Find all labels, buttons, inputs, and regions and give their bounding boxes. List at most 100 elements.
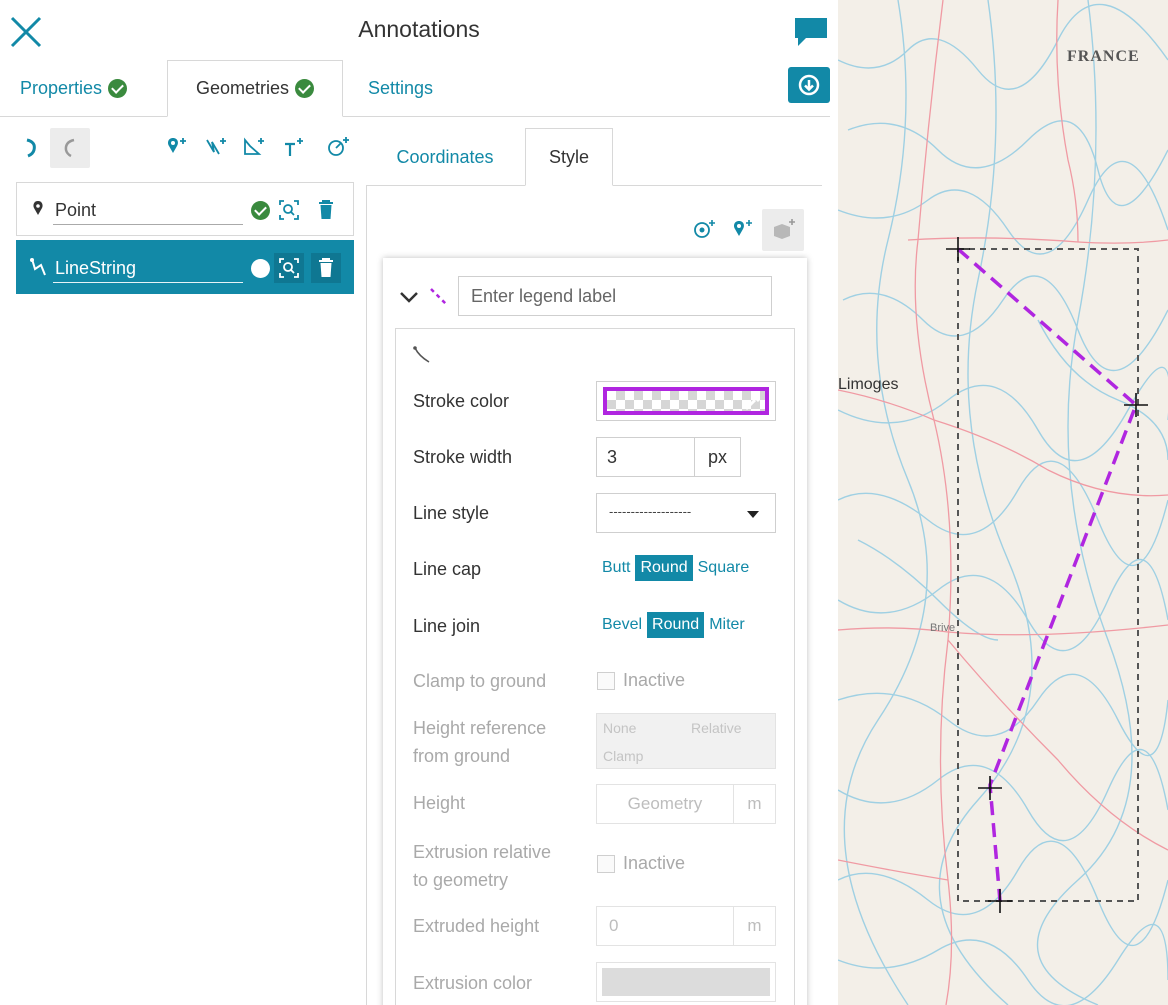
map-marker-icon xyxy=(33,201,43,215)
extrusion-color-swatch xyxy=(602,968,770,996)
chat-icon[interactable] xyxy=(792,16,830,48)
height-ref-clamp[interactable]: Clamp xyxy=(603,748,643,764)
add-point-icon[interactable] xyxy=(730,218,756,240)
extruded-height-input[interactable]: 0 m xyxy=(596,906,776,946)
panel-title: Annotations xyxy=(358,16,480,42)
tab-geometries[interactable]: Geometries xyxy=(167,60,343,117)
stroke-color-label: Stroke color xyxy=(413,391,510,411)
extrusion-color-picker[interactable] xyxy=(596,962,776,1002)
tab-properties-label: Properties xyxy=(20,78,103,98)
add-text-icon xyxy=(285,138,303,156)
height-reference-label-2: from ground xyxy=(413,746,511,766)
add-point-icon xyxy=(168,138,186,153)
undo-icon xyxy=(26,138,36,158)
stroke-width-value[interactable]: 3 xyxy=(597,438,694,476)
tab-geometries-label: Geometries xyxy=(195,78,290,98)
checkbox[interactable] xyxy=(597,672,615,691)
style-area-border xyxy=(366,185,367,1005)
clamp-to-ground-label: Clamp to ground xyxy=(413,671,547,691)
extruded-height-label: Extruded height xyxy=(413,916,540,936)
stroke-width-unit: px xyxy=(694,438,740,476)
clamp-to-ground-toggle[interactable]: Inactive xyxy=(597,670,685,691)
visible-toggle-button[interactable] xyxy=(245,195,275,225)
geometry-name-input[interactable]: LineString xyxy=(53,255,243,283)
height-unit: m xyxy=(733,785,775,823)
line-cap-selector: Butt Round Square xyxy=(597,555,754,581)
check-circle-icon xyxy=(250,200,270,220)
height-ref-relative[interactable]: Relative xyxy=(691,720,742,736)
line-style-select[interactable]: ------------------- xyxy=(596,493,776,533)
map-label-brive: Brive xyxy=(930,622,956,634)
add-model-button[interactable] xyxy=(762,209,804,251)
zoom-to-icon xyxy=(279,200,299,220)
height-placeholder: Geometry xyxy=(627,794,703,813)
download-button[interactable] xyxy=(788,67,830,103)
tab-coordinates[interactable]: Coordinates xyxy=(380,128,510,186)
line-join-bevel[interactable]: Bevel xyxy=(597,612,647,638)
map-label-france: FRANCE xyxy=(1067,48,1140,65)
zoom-to-button[interactable] xyxy=(274,253,304,283)
extrusion-relative-state: Inactive xyxy=(623,853,686,873)
add-point-button[interactable] xyxy=(164,134,190,160)
undo-button[interactable] xyxy=(18,134,44,160)
chevron-down-icon[interactable] xyxy=(398,290,420,304)
add-text-button[interactable] xyxy=(281,134,307,160)
caret-down-icon xyxy=(747,511,759,518)
annotations-panel: Annotations Properties Geometries Settin… xyxy=(0,0,838,1005)
add-polygon-button[interactable] xyxy=(241,134,267,160)
height-label: Height xyxy=(413,793,466,813)
redo-button[interactable] xyxy=(50,128,90,168)
linestring-icon xyxy=(413,346,430,363)
line-cap-butt[interactable]: Butt xyxy=(597,555,635,581)
zoom-to-icon xyxy=(279,258,299,278)
line-join-selector: Bevel Round Miter xyxy=(597,612,750,638)
check-circle-icon xyxy=(295,79,315,98)
stroke-color-picker[interactable] xyxy=(596,381,776,421)
extrusion-relative-toggle[interactable]: Inactive xyxy=(597,853,685,874)
tab-settings-label: Settings xyxy=(368,78,434,98)
line-join-round[interactable]: Round xyxy=(647,612,705,638)
download-circle-icon xyxy=(798,74,820,96)
height-ref-none[interactable]: None xyxy=(603,720,636,736)
trash-icon xyxy=(319,258,333,277)
legend-label-input[interactable] xyxy=(458,276,772,316)
add-circle-target-icon[interactable] xyxy=(692,218,718,240)
geometry-item-linestring[interactable]: LineString xyxy=(16,240,354,294)
line-cap-square[interactable]: Square xyxy=(693,555,755,581)
line-cap-round[interactable]: Round xyxy=(635,555,693,581)
add-line-button[interactable] xyxy=(203,134,229,160)
eyedropper-icon xyxy=(744,394,761,411)
delete-button[interactable] xyxy=(311,253,341,283)
check-circle-icon xyxy=(108,79,128,98)
add-circle-button[interactable] xyxy=(326,134,352,160)
line-join-label: Line join xyxy=(413,616,481,636)
line-preview-icon xyxy=(430,288,448,306)
redo-icon xyxy=(64,138,75,158)
line-join-miter[interactable]: Miter xyxy=(704,612,750,638)
line-cap-label: Line cap xyxy=(413,559,482,579)
map-view[interactable]: FRANCE Limoges Brive xyxy=(838,0,1168,1005)
visible-toggle-button[interactable] xyxy=(245,253,275,283)
zoom-to-button[interactable] xyxy=(274,195,304,225)
add-circle-icon xyxy=(328,137,349,156)
map-label-limoges: Limoges xyxy=(838,376,899,393)
geometry-name-input[interactable]: Point xyxy=(53,197,243,225)
tab-style[interactable]: Style xyxy=(525,128,613,186)
extruded-height-value: 0 xyxy=(609,916,619,935)
check-circle-icon xyxy=(250,258,270,278)
trash-icon xyxy=(319,200,333,219)
delete-button[interactable] xyxy=(311,195,341,225)
extrusion-color-label: Extrusion color xyxy=(413,973,533,993)
add-polygon-icon xyxy=(244,137,264,155)
stroke-width-input[interactable]: 3 px xyxy=(596,437,741,477)
stroke-width-label: Stroke width xyxy=(413,447,513,467)
tab-settings[interactable]: Settings xyxy=(368,60,458,117)
height-input[interactable]: Geometry m xyxy=(596,784,776,824)
checkbox[interactable] xyxy=(597,855,615,874)
map-canvas[interactable] xyxy=(838,0,1168,1005)
add-line-icon xyxy=(206,138,226,155)
geometry-item-point[interactable]: Point xyxy=(16,182,354,236)
extrusion-relative-label-2: to geometry xyxy=(413,870,509,890)
tab-properties[interactable]: Properties xyxy=(20,60,150,117)
extruded-height-unit: m xyxy=(733,907,775,945)
